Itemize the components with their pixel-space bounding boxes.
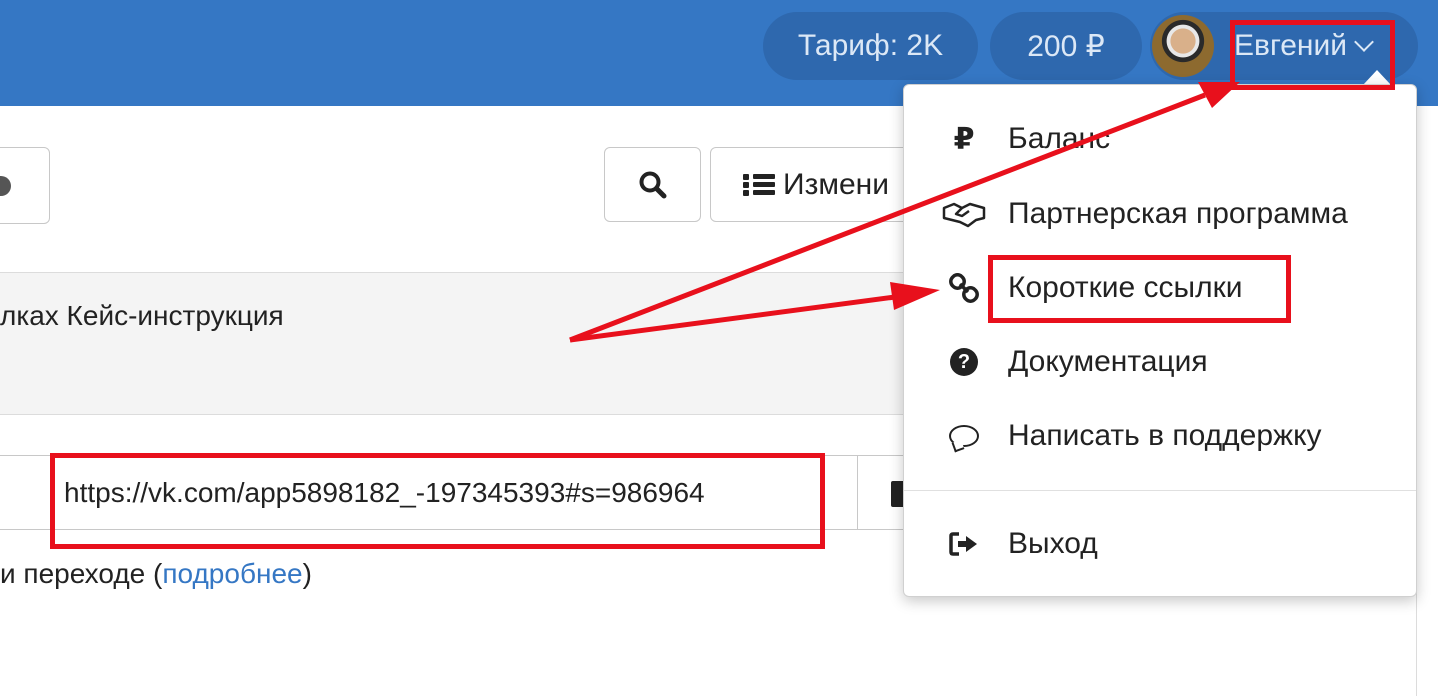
question-circle-icon: ?: [938, 342, 990, 382]
hint-suffix: ): [302, 558, 312, 589]
menu-item-label: Написать в поддержку: [1008, 419, 1322, 452]
menu-item-support[interactable]: Написать в поддержку: [904, 406, 1416, 466]
annotation-box-short-links: [988, 255, 1291, 323]
avatar: [1152, 15, 1214, 77]
campaign-row[interactable]: [0, 272, 920, 415]
search-icon: [639, 171, 666, 198]
comment-icon: [938, 416, 990, 456]
tariff-label: Тариф: 2K: [797, 29, 944, 62]
menu-item-label: Выход: [1008, 527, 1098, 560]
link-icon: [938, 268, 990, 308]
more-link[interactable]: подробнее: [162, 558, 302, 589]
page: Тариф: 2K 200 ₽ Евгений Измени лках Кейс…: [0, 0, 1438, 696]
balance-label: 200 ₽: [1027, 29, 1105, 63]
handshake-icon: [938, 194, 990, 234]
change-view-button[interactable]: Измени: [710, 147, 930, 222]
change-view-label: Измени: [783, 167, 889, 201]
menu-item-documentation[interactable]: ? Документация: [904, 332, 1416, 392]
annotation-box-user: [1230, 20, 1395, 90]
search-button[interactable]: [604, 147, 701, 222]
menu-item-logout[interactable]: Выход: [904, 514, 1416, 574]
menu-item-label: Партнерская программа: [1008, 197, 1348, 230]
hint-text: и переходе (подробнее): [0, 558, 312, 590]
list-icon: [743, 173, 775, 197]
annotation-box-link: [50, 453, 825, 549]
balance-pill[interactable]: 200 ₽: [990, 12, 1142, 80]
menu-item-label: Документация: [1008, 345, 1208, 378]
hint-prefix: и переходе (: [0, 558, 163, 589]
sign-out-icon: [938, 524, 990, 564]
menu-divider: [904, 490, 1416, 491]
menu-item-partner-program[interactable]: Партнерская программа: [904, 184, 1416, 244]
tariff-pill[interactable]: Тариф: 2K: [763, 12, 978, 80]
ruble-icon: ₽: [953, 122, 975, 156]
menu-item-balance[interactable]: ₽ Баланс: [904, 109, 1416, 169]
campaign-title: лках Кейс-инструкция: [0, 300, 284, 331]
user-dropdown-menu: ₽ Баланс Партнерская программа Короткие …: [903, 84, 1417, 597]
toolbar-left-button[interactable]: [0, 147, 50, 224]
info-icon: [0, 176, 11, 196]
menu-item-label: Баланс: [1008, 122, 1111, 155]
